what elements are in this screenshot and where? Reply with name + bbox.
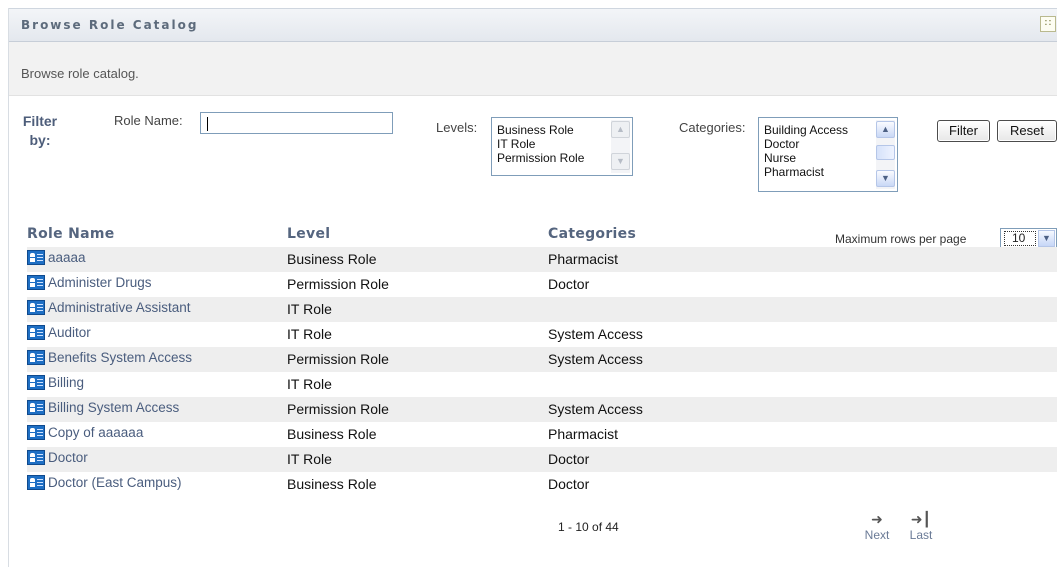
page-title: Browse Role Catalog <box>21 18 199 32</box>
grid-icon[interactable]: ∷ <box>1040 16 1056 32</box>
role-level: Business Role <box>287 251 377 267</box>
role-level: IT Role <box>287 326 332 342</box>
scroll-down-icon[interactable]: ▼ <box>611 153 630 170</box>
role-name[interactable]: aaaaa <box>48 250 86 265</box>
role-name[interactable]: Doctor (East Campus) <box>48 475 182 490</box>
role-icon <box>27 325 45 340</box>
role-link[interactable]: Copy of aaaaaa <box>27 425 143 440</box>
role-icon <box>27 275 45 290</box>
role-category: System Access <box>548 351 643 367</box>
role-level: Business Role <box>287 476 377 492</box>
role-name-field[interactable] <box>200 112 393 134</box>
max-rows-select[interactable]: 10 ▼ <box>1000 228 1057 249</box>
role-name[interactable]: Administrative Assistant <box>48 300 191 315</box>
scroll-up-icon[interactable]: ▲ <box>876 121 895 138</box>
table-row: aaaaa Business Role Pharmacist <box>27 247 1057 272</box>
reset-button[interactable]: Reset <box>997 120 1057 142</box>
text-caret <box>207 117 208 131</box>
max-rows-label: Maximum rows per page <box>835 232 967 246</box>
role-level: Permission Role <box>287 276 389 292</box>
role-name[interactable]: Administer Drugs <box>48 275 152 290</box>
role-level: Permission Role <box>287 401 389 417</box>
table-row: Doctor (East Campus) Business Role Docto… <box>27 472 1057 497</box>
column-header-level[interactable]: Level <box>287 226 330 242</box>
role-level: Business Role <box>287 426 377 442</box>
role-link[interactable]: Billing System Access <box>27 400 179 415</box>
role-link[interactable]: Billing <box>27 375 84 390</box>
filter-by-line2: by: <box>29 132 51 148</box>
scroll-thumb[interactable] <box>876 145 895 160</box>
categories-scrollbar[interactable]: ▲ ▼ <box>876 120 895 189</box>
categories-listbox[interactable]: Building Access Doctor Nurse Pharmacist … <box>758 117 898 192</box>
last-page-link[interactable]: ➜┃ Last <box>904 512 938 542</box>
scroll-up-icon[interactable]: ▲ <box>611 121 630 138</box>
table-row: Billing IT Role <box>27 372 1057 397</box>
arrow-last-icon: ➜┃ <box>910 511 932 527</box>
levels-listbox[interactable]: Business Role IT Role Permission Role ▲ … <box>491 117 633 176</box>
role-name[interactable]: Doctor <box>48 450 88 465</box>
role-icon <box>27 475 45 490</box>
column-header-role-name[interactable]: Role Name <box>27 226 115 242</box>
next-page-link[interactable]: ➜ Next <box>860 512 894 542</box>
categories-label: Categories: <box>679 120 746 135</box>
pagination-info: 1 - 10 of 44 <box>558 520 619 534</box>
chevron-down-icon[interactable]: ▼ <box>1038 230 1055 247</box>
levels-scrollbar[interactable]: ▲ ▼ <box>611 120 630 173</box>
last-label[interactable]: Last <box>904 528 938 542</box>
role-link[interactable]: Doctor <box>27 450 88 465</box>
filter-by-label: Filter by: <box>14 112 66 150</box>
role-link[interactable]: Administrative Assistant <box>27 300 191 315</box>
role-name-label: Role Name: <box>114 113 183 128</box>
role-icon <box>27 450 45 465</box>
role-name[interactable]: Copy of aaaaaa <box>48 425 143 440</box>
role-level: IT Role <box>287 376 332 392</box>
role-category: Pharmacist <box>548 426 619 442</box>
role-link[interactable]: aaaaa <box>27 250 86 265</box>
role-category: System Access <box>548 401 643 417</box>
role-icon <box>27 250 45 265</box>
description-bar: Browse role catalog. <box>9 42 1057 96</box>
scroll-down-icon[interactable]: ▼ <box>876 170 895 187</box>
role-name[interactable]: Billing System Access <box>48 400 179 415</box>
table-row: Copy of aaaaaa Business Role Pharmacist <box>27 422 1057 447</box>
table-row: Administrative Assistant IT Role <box>27 297 1057 322</box>
filter-button[interactable]: Filter <box>937 120 990 142</box>
role-name[interactable]: Billing <box>48 375 84 390</box>
filter-by-line1: Filter <box>22 113 58 129</box>
role-category: Doctor <box>548 476 590 492</box>
role-icon <box>27 425 45 440</box>
role-icon <box>27 400 45 415</box>
role-icon <box>27 300 45 315</box>
table-row: Benefits System Access Permission Role S… <box>27 347 1057 372</box>
role-category: Doctor <box>548 276 590 292</box>
role-level: IT Role <box>287 301 332 317</box>
column-header-categories[interactable]: Categories <box>548 226 636 242</box>
table-row: Doctor IT Role Doctor <box>27 447 1057 472</box>
role-category: Doctor <box>548 451 590 467</box>
role-link[interactable]: Benefits System Access <box>27 350 192 365</box>
role-link[interactable]: Auditor <box>27 325 91 340</box>
role-icon <box>27 350 45 365</box>
table-row: Administer Drugs Permission Role Doctor <box>27 272 1057 297</box>
role-category: System Access <box>548 326 643 342</box>
role-level: IT Role <box>287 451 332 467</box>
role-name[interactable]: Auditor <box>48 325 91 340</box>
levels-label: Levels: <box>436 120 478 135</box>
next-label[interactable]: Next <box>860 528 894 542</box>
role-icon <box>27 375 45 390</box>
table-row: Auditor IT Role System Access <box>27 322 1057 347</box>
role-name[interactable]: Benefits System Access <box>48 350 192 365</box>
title-bar: Browse Role Catalog ∷ <box>9 8 1057 42</box>
page-description: Browse role catalog. <box>21 66 139 81</box>
role-name-input[interactable] <box>201 113 392 133</box>
role-link[interactable]: Doctor (East Campus) <box>27 475 182 490</box>
table-row: Billing System Access Permission Role Sy… <box>27 397 1057 422</box>
arrow-right-icon: ➜ <box>871 511 883 527</box>
role-category: Pharmacist <box>548 251 619 267</box>
role-level: Permission Role <box>287 351 389 367</box>
role-link[interactable]: Administer Drugs <box>27 275 152 290</box>
max-rows-value: 10 <box>1004 231 1036 246</box>
